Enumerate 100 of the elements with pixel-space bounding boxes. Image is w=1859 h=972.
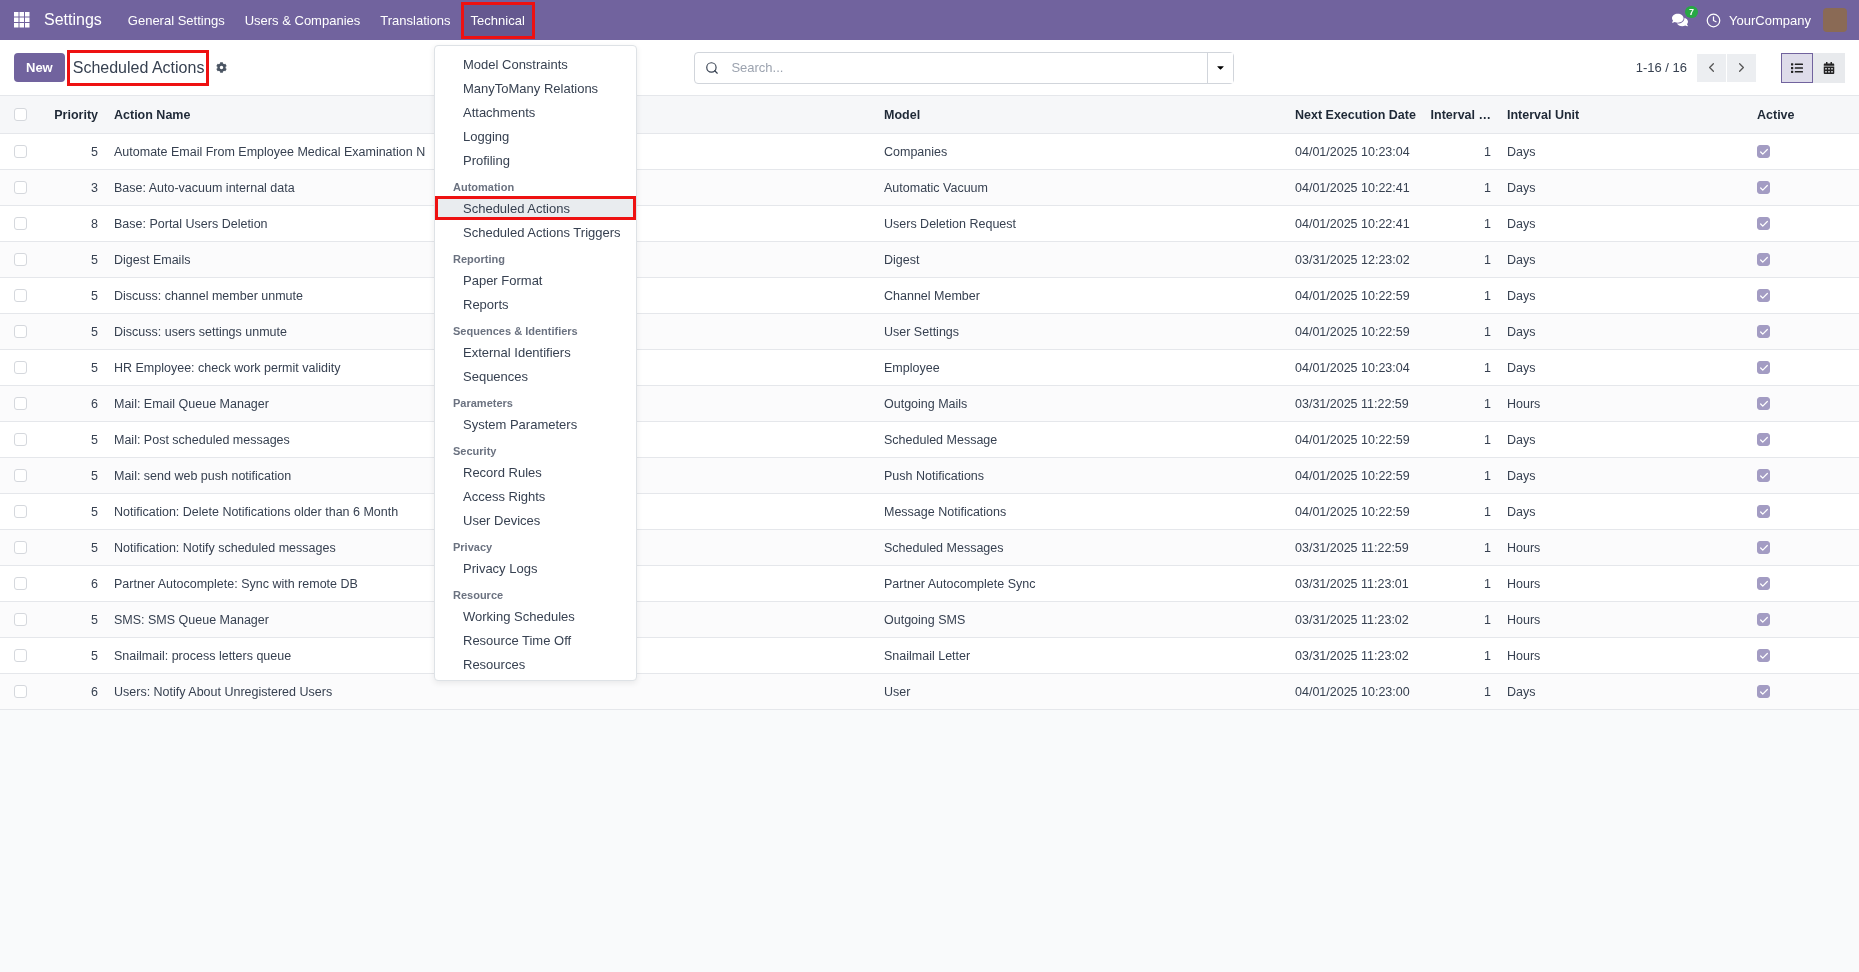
menu-item[interactable]: Paper Format — [435, 268, 636, 292]
page-title: Scheduled Actions — [66, 49, 210, 86]
menu-section-heading: Automation — [452, 180, 516, 195]
column-header[interactable]: Active — [1757, 107, 1795, 122]
table-cell: 04/01/2025 10:22:41 — [1295, 180, 1410, 195]
column-header[interactable]: Model — [884, 107, 921, 122]
table-cell: Automatic Vacuum — [884, 180, 988, 195]
checkbox[interactable] — [14, 253, 27, 266]
table-cell: Hours — [1507, 396, 1541, 411]
checkbox[interactable] — [1757, 469, 1770, 482]
checkbox[interactable] — [14, 181, 27, 194]
menu-item[interactable]: Profiling — [435, 148, 636, 172]
menu-item[interactable]: External Identifiers — [435, 340, 636, 364]
new-button[interactable]: New — [14, 53, 65, 82]
table-cell: Hours — [1507, 540, 1541, 555]
menu-item[interactable]: System Parameters — [435, 412, 636, 436]
checkbox[interactable] — [14, 505, 27, 518]
checkbox[interactable] — [1757, 649, 1770, 662]
nav-menu-item[interactable]: General Settings — [117, 1, 235, 39]
menu-item[interactable]: Privacy Logs — [435, 556, 636, 580]
checkbox[interactable] — [1757, 505, 1770, 518]
app-name[interactable]: Settings — [44, 11, 102, 29]
checkbox[interactable] — [1757, 253, 1770, 266]
checkbox[interactable] — [1757, 613, 1770, 626]
checkbox[interactable] — [1757, 433, 1770, 446]
menu-item[interactable]: Attachments — [435, 100, 636, 124]
checkbox[interactable] — [1757, 541, 1770, 554]
checkbox[interactable] — [14, 433, 27, 446]
checkbox[interactable] — [14, 469, 27, 482]
table-cell: HR Employee: check work permit validity — [114, 360, 341, 375]
nav-menu-item[interactable]: Technical — [460, 1, 535, 39]
previous-page-button[interactable] — [1697, 53, 1726, 82]
checkbox[interactable] — [14, 217, 27, 230]
checkbox[interactable] — [14, 108, 27, 121]
menu-item[interactable]: Working Schedules — [435, 604, 636, 628]
table-cell: 03/31/2025 11:23:01 — [1295, 576, 1409, 591]
search-options-button[interactable] — [1207, 52, 1234, 83]
list-view-icon — [1791, 61, 1803, 74]
checkbox[interactable] — [14, 541, 27, 554]
menu-item[interactable]: Scheduled Actions — [435, 196, 636, 220]
table-cell: Days — [1507, 324, 1536, 339]
checkbox[interactable] — [1757, 685, 1770, 698]
menu-item[interactable]: Record Rules — [435, 460, 636, 484]
checkbox[interactable] — [14, 325, 27, 338]
checkbox[interactable] — [14, 145, 27, 158]
checkbox[interactable] — [14, 613, 27, 626]
checkbox[interactable] — [1757, 397, 1770, 410]
checkbox[interactable] — [14, 577, 27, 590]
table-cell: 1 — [1484, 540, 1491, 555]
view-switch-button[interactable] — [1813, 52, 1845, 83]
menu-item[interactable]: Model Constraints — [435, 52, 636, 76]
checkbox[interactable] — [1757, 289, 1770, 302]
apps-grid-icon[interactable] — [14, 12, 30, 28]
menu-item[interactable]: Resources — [435, 652, 636, 676]
checkbox[interactable] — [14, 397, 27, 410]
menu-item[interactable]: Scheduled Actions Triggers — [435, 220, 636, 244]
checkbox[interactable] — [14, 685, 27, 698]
next-page-button[interactable] — [1727, 53, 1756, 82]
table-cell: 1 — [1484, 504, 1491, 519]
checkbox[interactable] — [1757, 217, 1770, 230]
checkbox[interactable] — [1757, 145, 1770, 158]
column-header[interactable]: Next Execution Date — [1295, 107, 1416, 122]
table-cell: Days — [1507, 468, 1536, 483]
table-cell: 04/01/2025 10:23:00 — [1295, 684, 1410, 699]
menu-item[interactable]: Resource Time Off — [435, 628, 636, 652]
menu-item[interactable]: Sequences — [435, 364, 636, 388]
settings-icon[interactable] — [216, 62, 228, 73]
company-name[interactable]: YourCompany — [1729, 12, 1811, 28]
checkbox[interactable] — [1757, 577, 1770, 590]
column-header[interactable]: Priority — [54, 107, 98, 122]
checkbox[interactable] — [14, 649, 27, 662]
activity-button[interactable] — [1706, 12, 1722, 28]
chat-icon — [1672, 12, 1689, 28]
menu-item[interactable]: Logging — [435, 124, 636, 148]
pager-count[interactable]: 1-16 / 16 — [1635, 60, 1687, 75]
checkbox[interactable] — [1757, 325, 1770, 338]
table-cell: 5 — [91, 144, 98, 159]
column-header[interactable]: Interval Unit — [1507, 107, 1580, 122]
menu-item[interactable]: Access Rights — [435, 484, 636, 508]
view-switch-button[interactable] — [1781, 52, 1813, 83]
menu-section-heading: Resource — [452, 588, 505, 603]
table-cell: Users Deletion Request — [884, 216, 1016, 231]
table-cell: Hours — [1507, 648, 1541, 663]
table-cell: Notification: Delete Notifications older than 6 Month — [114, 504, 399, 519]
search-field[interactable]: Search... — [694, 51, 1235, 84]
column-header[interactable]: Action Name — [114, 107, 191, 122]
menu-item[interactable]: ManyToMany Relations — [435, 76, 636, 100]
table-cell: 5 — [91, 324, 98, 339]
table-cell: Mail: Email Queue Manager — [114, 396, 269, 411]
checkbox[interactable] — [14, 289, 27, 302]
nav-menu-item[interactable]: Translations — [370, 1, 461, 39]
column-header[interactable]: Interval … — [1430, 107, 1491, 122]
nav-menu-item[interactable]: Users & Companies — [234, 1, 371, 39]
messages-button[interactable] — [1672, 12, 1689, 28]
menu-item[interactable]: User Devices — [435, 508, 636, 532]
checkbox[interactable] — [1757, 361, 1770, 374]
menu-item[interactable]: Reports — [435, 292, 636, 316]
checkbox[interactable] — [1757, 181, 1770, 194]
checkbox[interactable] — [14, 361, 27, 374]
table-cell: Snailmail: process letters queue — [114, 648, 292, 663]
